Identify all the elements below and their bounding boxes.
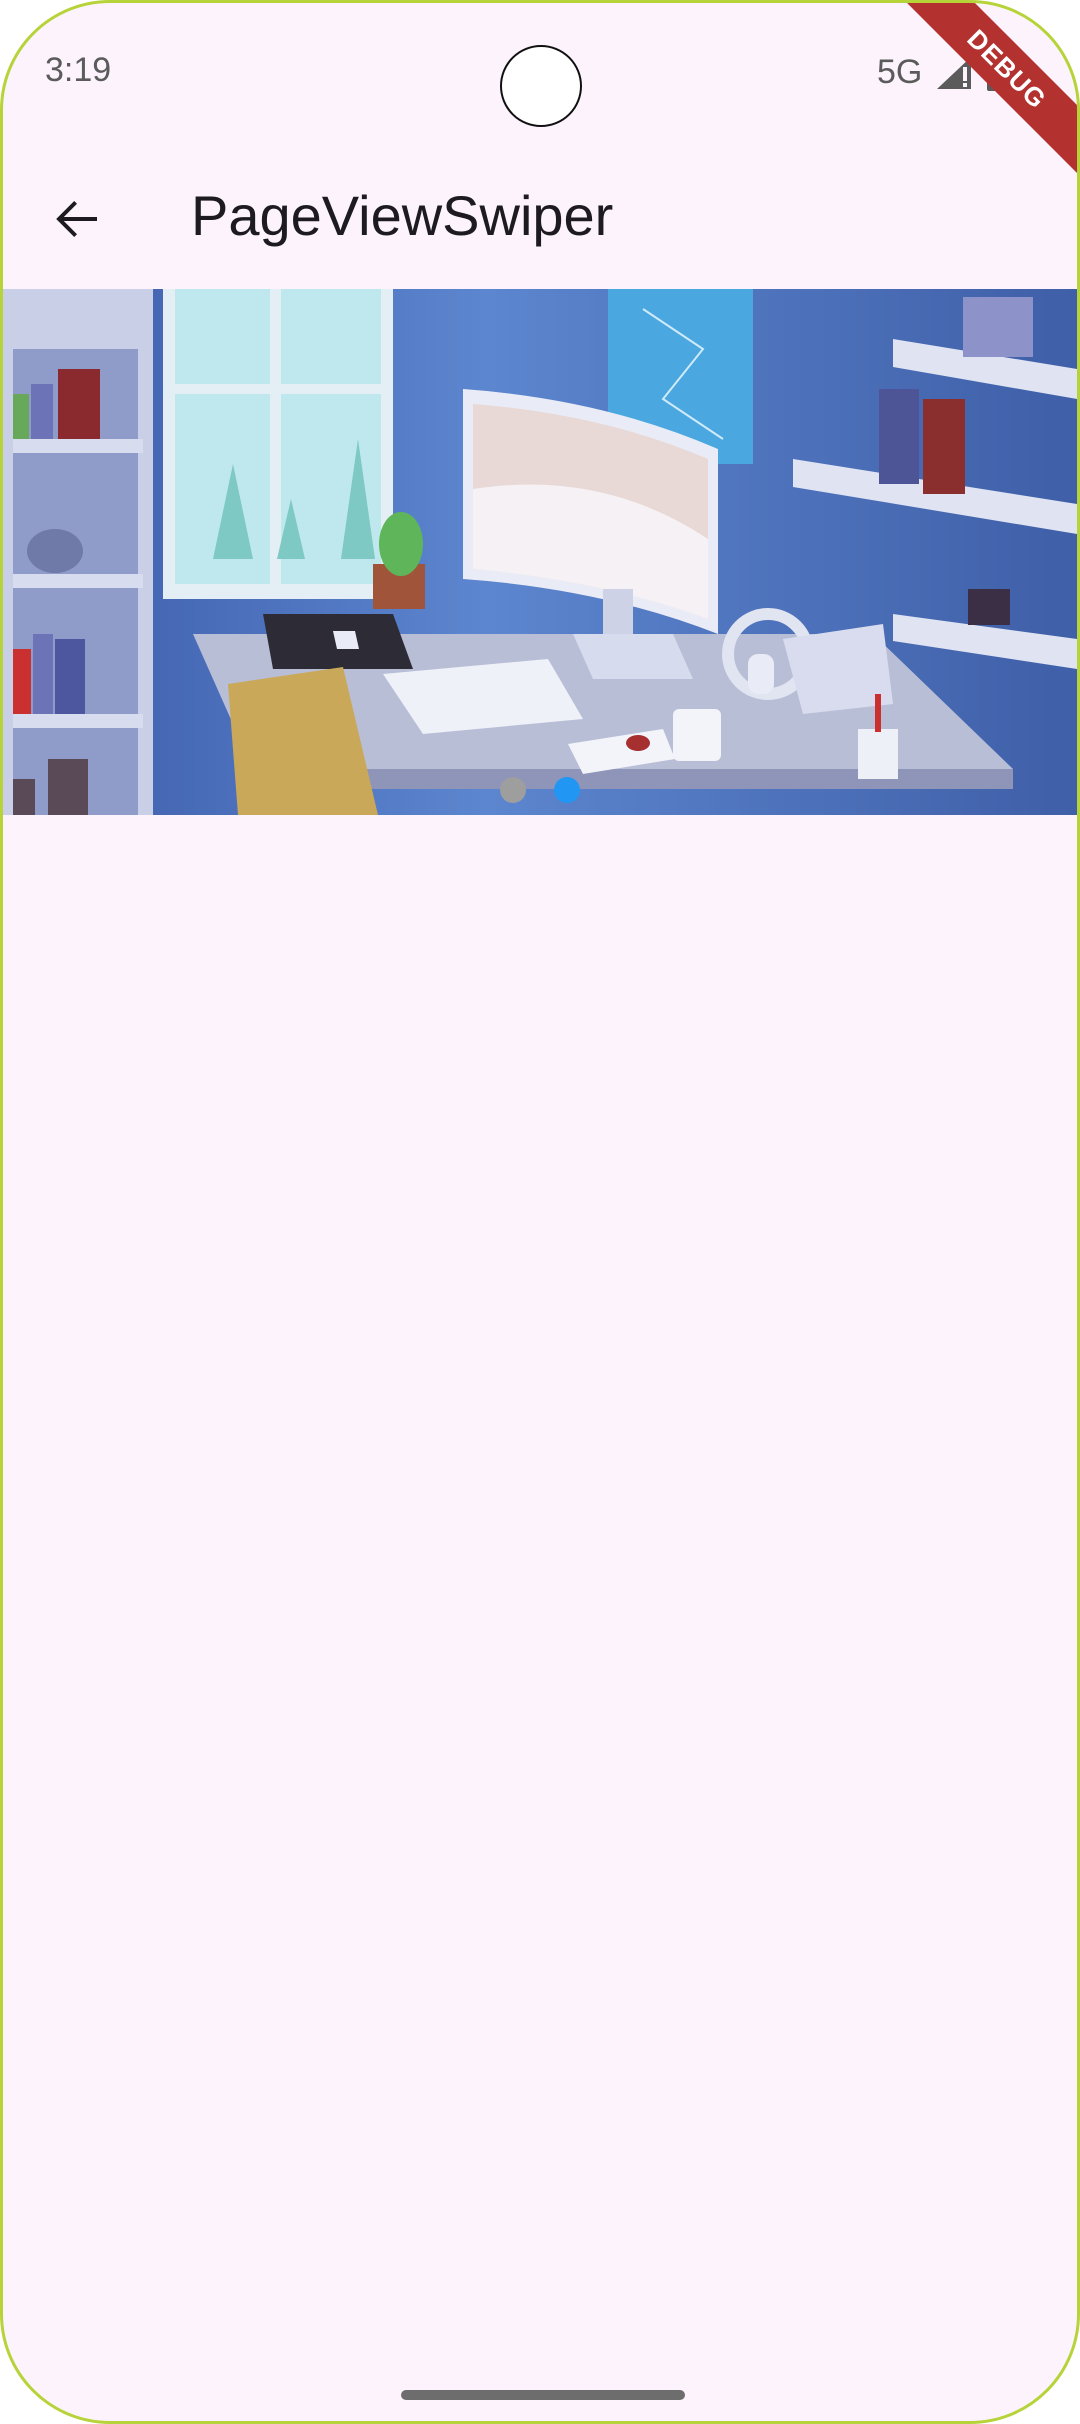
page-title: PageViewSwiper [191, 184, 614, 247]
status-time: 3:19 [45, 51, 112, 89]
network-type: 5G [877, 53, 923, 91]
page-indicator [3, 777, 1077, 803]
page-indicator-dot-2[interactable] [554, 777, 580, 803]
home-indicator[interactable] [401, 2390, 685, 2400]
page-view-carousel[interactable] [3, 289, 1077, 815]
arrow-back-icon [56, 201, 97, 237]
carousel-image [3, 289, 1077, 815]
status-bar: 3:19 5G [3, 3, 1077, 143]
camera-cutout [500, 45, 582, 127]
back-button[interactable] [47, 189, 107, 249]
page-indicator-dot-1[interactable] [500, 777, 526, 803]
app-bar: PageViewSwiper [3, 153, 1077, 283]
device-frame: 3:19 5G DEBUG PageViewSwiper [0, 0, 1080, 2424]
